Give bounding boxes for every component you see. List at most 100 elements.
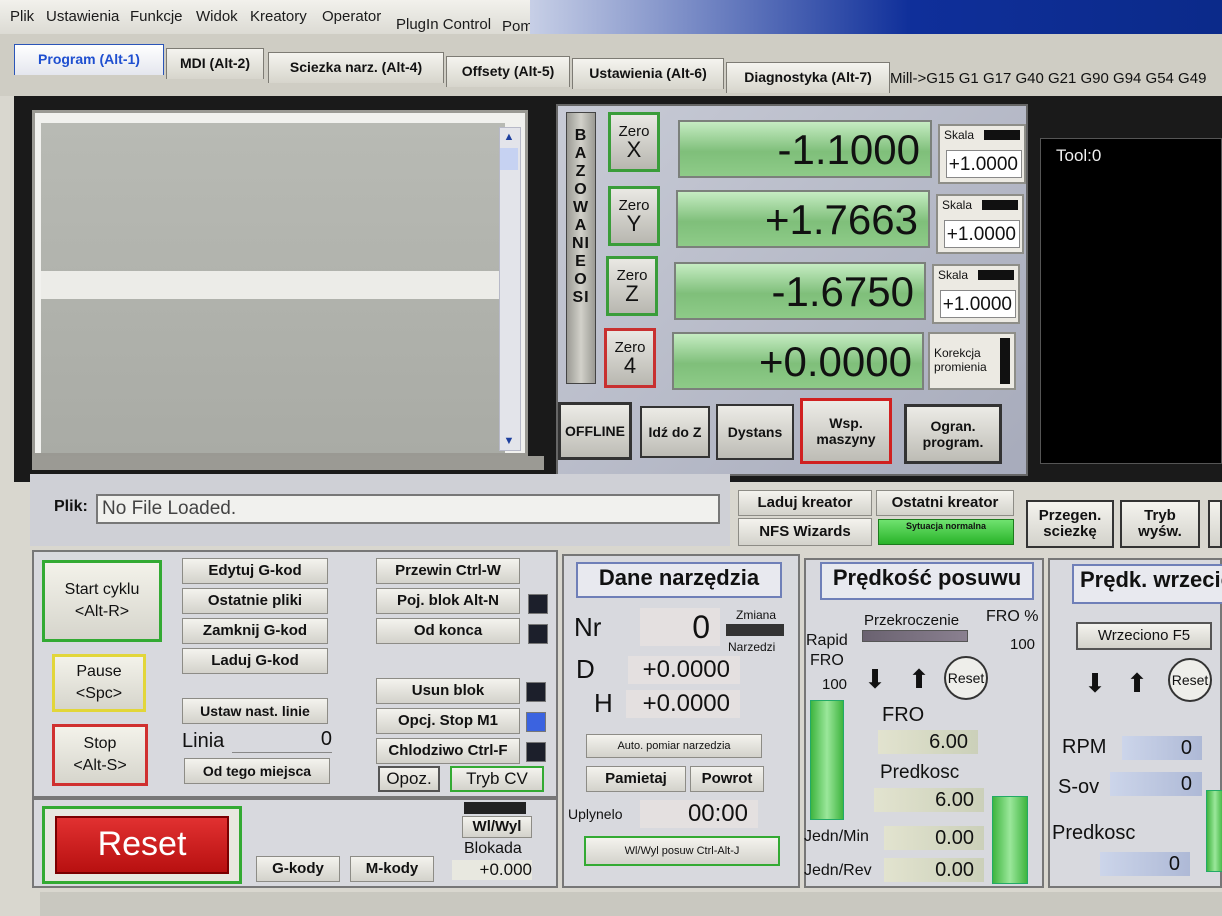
fro-reset-button[interactable]: Reset — [944, 656, 988, 700]
skala-z-value[interactable]: +1.0000 — [940, 290, 1016, 318]
chlodziwo-led — [526, 742, 546, 762]
gcode-scrollbar[interactable]: ▲ ▼ — [499, 127, 521, 451]
przekroczenie-label: Przekroczenie — [864, 612, 960, 629]
zero-z-button[interactable]: Zero Z — [606, 256, 658, 316]
ustaw-nast-linie-button[interactable]: Ustaw nast. linie — [182, 698, 328, 724]
idz-do-z-button[interactable]: Idź do Z — [640, 406, 710, 458]
powrot-button[interactable]: Powrot — [690, 766, 764, 792]
offline-button[interactable]: OFFLINE — [558, 402, 632, 460]
menu-operator[interactable]: Operator — [322, 8, 381, 25]
bazowanie-osi-button[interactable]: BAZOWANIE OSI — [566, 112, 596, 384]
od-konca-button[interactable]: Od konca — [376, 618, 520, 644]
tab-sciezka[interactable]: Sciezka narz. (Alt-4) — [268, 52, 444, 83]
blokada-value[interactable]: +0.000 — [452, 860, 532, 880]
zmiana-led — [726, 624, 784, 636]
d-label: D — [576, 654, 595, 684]
fro-value[interactable]: 6.00 — [878, 730, 978, 754]
menu-ustawienia[interactable]: Ustawienia — [46, 8, 119, 25]
menu-funkcje[interactable]: Funkcje — [130, 8, 183, 25]
ogran-program-button[interactable]: Ogran. program. — [904, 404, 1002, 464]
zero-x-button[interactable]: Zero X — [608, 112, 660, 172]
scroll-down-icon[interactable]: ▼ — [500, 432, 518, 450]
tool-display — [1040, 138, 1222, 464]
rapid-slider-track[interactable] — [810, 700, 844, 820]
gcode-footer — [32, 456, 544, 470]
mkody-button[interactable]: M-kody — [350, 856, 434, 882]
laduj-kreator-button[interactable]: Laduj kreator — [738, 490, 872, 516]
skala-z-label: Skala — [938, 268, 969, 282]
pamietaj-button[interactable]: Pamietaj — [586, 766, 686, 792]
tab-mdi[interactable]: MDI (Alt-2) — [166, 48, 264, 79]
dro-x-value[interactable]: -1.1000 — [678, 120, 932, 178]
tab-offsety[interactable]: Offsety (Alt-5) — [446, 56, 570, 87]
skala-x-value[interactable]: +1.0000 — [946, 150, 1022, 178]
ostatni-kreator-button[interactable]: Ostatni kreator — [876, 490, 1014, 516]
tryb-cv-button[interactable]: Tryb CV — [450, 766, 544, 792]
zero-z-axis: Z — [625, 281, 639, 306]
wrzeciono-f5-button[interactable]: Wrzeciono F5 — [1076, 622, 1212, 650]
wsp-maszyny-button[interactable]: Wsp. maszyny — [800, 398, 892, 464]
menu-kreatory[interactable]: Kreatory — [250, 8, 307, 25]
nfs-wizards-button[interactable]: NFS Wizards — [738, 518, 872, 546]
zamknij-gkod-button[interactable]: Zamknij G-kod — [182, 618, 328, 644]
spindle-reset-button[interactable]: Reset — [1168, 658, 1212, 702]
od-tego-miejsca-button[interactable]: Od tego miejsca — [184, 758, 330, 784]
poj-blok-led — [528, 594, 548, 614]
dro-y-value[interactable]: +1.7663 — [676, 190, 930, 248]
gcode-window[interactable]: ▲ ▼ — [32, 110, 528, 456]
d-value[interactable]: +0.0000 — [628, 656, 740, 684]
spindle-up-icon[interactable]: ⬆ — [1122, 668, 1152, 698]
zero-4-button[interactable]: Zero 4 — [604, 328, 656, 388]
scroll-up-icon[interactable]: ▲ — [500, 128, 518, 146]
h-label: H — [594, 688, 613, 718]
tab-diagnostyka[interactable]: Diagnostyka (Alt-7) — [726, 62, 890, 93]
stop-button[interactable]: Stop <Alt-S> — [52, 724, 148, 786]
korekcja-promienia[interactable]: Korekcja promienia — [928, 332, 1016, 390]
linia-value[interactable]: 0 — [232, 728, 332, 753]
fro-up-icon[interactable]: ⬆ — [904, 664, 934, 694]
skala-y-value[interactable]: +1.0000 — [944, 220, 1020, 248]
spindle-down-icon[interactable]: ⬇ — [1080, 668, 1110, 698]
rpm-value: 0 — [1122, 736, 1202, 760]
dro-z-value[interactable]: -1.6750 — [674, 262, 926, 320]
chlodziwo-button[interactable]: Chlodziwo Ctrl-F — [376, 738, 520, 764]
poj-blok-button[interactable]: Poj. blok Alt-N — [376, 588, 520, 614]
skala-x-label: Skala — [944, 128, 975, 142]
side-button-cut[interactable] — [1208, 500, 1222, 548]
file-name-field[interactable]: No File Loaded. — [96, 494, 720, 524]
usun-blok-button[interactable]: Usun blok — [376, 678, 520, 704]
przegen-sciezke-button[interactable]: Przegen. sciezkę — [1026, 500, 1114, 548]
ostatnie-pliki-button[interactable]: Ostatnie pliki — [182, 588, 328, 614]
czas-value: 00:00 — [640, 800, 758, 828]
menu-plugin-control[interactable]: PlugIn Control — [396, 16, 491, 33]
zero-y-button[interactable]: Zero Y — [608, 186, 660, 246]
auto-pomiar-button[interactable]: Auto. pomiar narzedzia — [586, 734, 762, 758]
start-cyklu-button[interactable]: Start cyklu <Alt-R> — [42, 560, 162, 642]
wlwyl-led — [464, 802, 526, 814]
przewin-button[interactable]: Przewin Ctrl-W — [376, 558, 520, 584]
tab-program[interactable]: Program (Alt-1) — [14, 44, 164, 75]
opcj-stop-button[interactable]: Opcj. Stop M1 — [376, 708, 520, 734]
tab-ustawienia[interactable]: Ustawienia (Alt-6) — [572, 58, 724, 89]
gkody-button[interactable]: G-kody — [256, 856, 340, 882]
menu-plik[interactable]: Plik — [10, 8, 34, 25]
menu-widok[interactable]: Widok — [196, 8, 238, 25]
edytuj-gkod-button[interactable]: Edytuj G-kod — [182, 558, 328, 584]
predkosc-posuwu-title: Prędkość posuwu — [820, 562, 1034, 600]
laduj-gkod-button[interactable]: Laduj G-kod — [182, 648, 328, 674]
dystans-button[interactable]: Dystans — [716, 404, 794, 460]
tryb-wysw-button[interactable]: Tryb wyśw. — [1120, 500, 1200, 548]
scroll-thumb[interactable] — [500, 148, 518, 170]
pause-button[interactable]: Pause <Spc> — [52, 654, 146, 712]
h-value[interactable]: +0.0000 — [626, 690, 740, 718]
opoz-button[interactable]: Opoz. — [378, 766, 440, 792]
sov-value[interactable]: 0 — [1110, 772, 1202, 796]
nr-value[interactable]: 0 — [640, 608, 720, 646]
wlwyl-posuw-button[interactable]: Wl/Wyl posuw Ctrl-Alt-J — [584, 836, 780, 866]
reset-button[interactable]: Reset — [42, 806, 242, 884]
dro-4-value[interactable]: +0.0000 — [672, 332, 924, 390]
fro-down-icon[interactable]: ⬇ — [860, 664, 890, 694]
posuw-level-bar — [992, 796, 1028, 884]
wlwyl-button[interactable]: Wl/Wyl — [462, 816, 532, 838]
rapid-value: 100 — [822, 676, 848, 693]
